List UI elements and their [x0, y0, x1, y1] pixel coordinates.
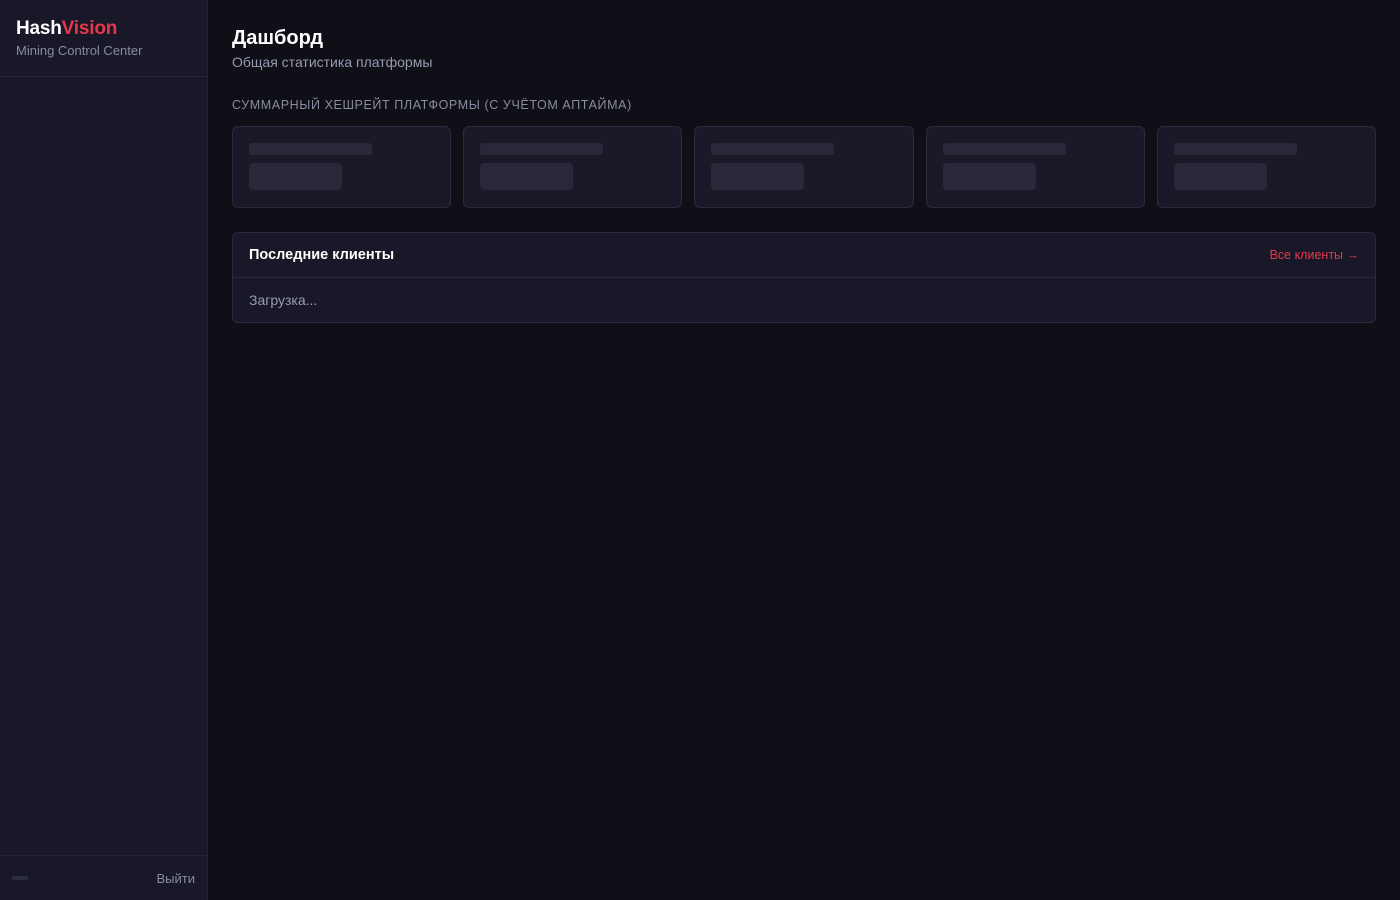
recent-clients-panel: Последние клиенты Все клиенты → Загрузка…	[232, 232, 1376, 323]
skeleton-label	[249, 143, 372, 155]
skeleton-value	[249, 163, 342, 190]
hashrate-card-skeleton	[925, 126, 1145, 208]
skeleton-label	[480, 143, 604, 155]
recent-clients-title: Последние клиенты	[249, 247, 395, 263]
sidebar-nav	[0, 77, 207, 855]
sidebar: HashVision Mining Control Center Выйти	[0, 0, 208, 900]
skeleton-label	[942, 143, 1066, 155]
skeleton-value	[480, 163, 574, 190]
skeleton-value	[942, 163, 1036, 190]
brand-logo[interactable]: HashVision	[16, 18, 191, 40]
app-root: HashVision Mining Control Center Выйти Д…	[0, 0, 1400, 900]
skeleton-value	[1173, 163, 1267, 190]
main-content: Дашборд Общая статистика платформы Сумма…	[208, 0, 1400, 900]
skeleton-label	[1173, 143, 1297, 155]
skeleton-value	[711, 163, 805, 190]
hashrate-section-label: Суммарный хешрейт платформы (с учётом ап…	[232, 98, 632, 112]
hashrate-cards	[232, 126, 1377, 208]
recent-clients-loading: Загрузка...	[249, 292, 318, 308]
recent-clients-header: Последние клиенты Все клиенты →	[233, 233, 1375, 278]
page-subtitle: Общая статистика платформы	[232, 54, 433, 70]
hashrate-card-skeleton	[1156, 126, 1377, 208]
brand-subtitle: Mining Control Center	[16, 43, 143, 58]
logout-button[interactable]: Выйти	[157, 871, 196, 886]
brand: HashVision Mining Control Center	[0, 0, 207, 77]
page-title: Дашборд	[232, 27, 324, 49]
brand-name-part1: Hash	[16, 18, 62, 39]
hashrate-card-skeleton	[232, 126, 452, 208]
user-info-placeholder	[12, 876, 28, 880]
hashrate-card-skeleton	[463, 126, 683, 208]
all-clients-link[interactable]: Все клиенты →	[1270, 248, 1359, 262]
hashrate-card-skeleton	[694, 126, 914, 208]
sidebar-footer: Выйти	[0, 855, 207, 900]
skeleton-label	[711, 143, 835, 155]
brand-name-part2: Vision	[61, 18, 118, 39]
